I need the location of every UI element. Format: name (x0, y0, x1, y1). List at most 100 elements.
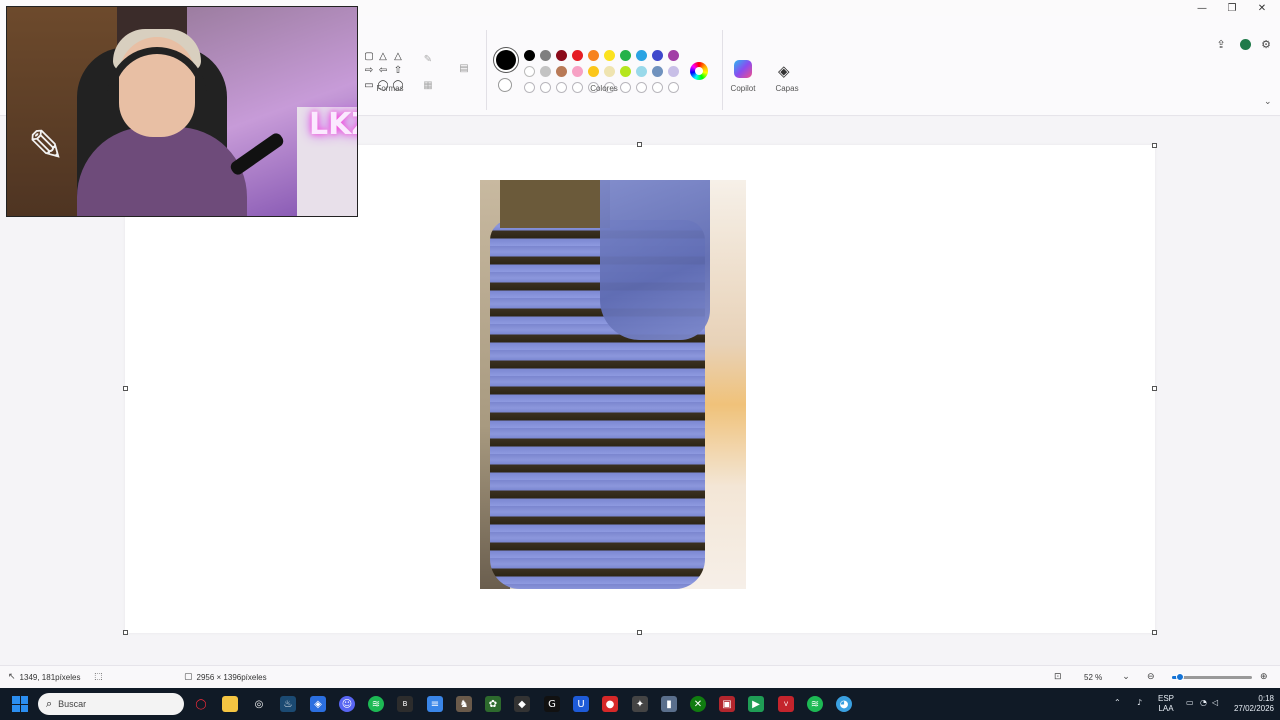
resize-handle-left[interactable] (123, 386, 128, 391)
game-icon[interactable]: ♞ (456, 696, 472, 712)
color-swatch[interactable] (572, 50, 583, 61)
color-swatch[interactable] (652, 66, 663, 77)
copilot-group-label[interactable]: Copilot (724, 84, 762, 93)
zoom-out[interactable]: ⊖ (1147, 672, 1155, 682)
zoom-chevron-icon[interactable]: ⌄ (1122, 672, 1130, 682)
color-swatch[interactable] (524, 50, 535, 61)
opera-icon[interactable]: ◯ (193, 696, 209, 712)
custom-color-slot[interactable] (540, 82, 551, 93)
triangle-shape-icon-2[interactable]: △ (392, 50, 404, 62)
color-swatch[interactable] (620, 50, 631, 61)
triangle-shape-icon[interactable]: △ (377, 50, 389, 62)
arrow-up-shape-icon[interactable]: ⇧ (392, 64, 404, 76)
media-app-icon[interactable]: ▣ (719, 696, 735, 712)
volume-icon[interactable]: ◁ (1212, 698, 1218, 708)
resize-handle-bottom-left[interactable] (123, 630, 128, 635)
layers-icon[interactable]: ◈ (778, 62, 790, 80)
color-swatch[interactable] (588, 66, 599, 77)
color-swatch[interactable] (636, 50, 647, 61)
color-swatch[interactable] (668, 66, 679, 77)
share-icon[interactable]: ⇪ (1214, 37, 1228, 51)
fill-dropdown-icon[interactable]: ▦ (422, 79, 434, 91)
account-avatar-icon[interactable] (1238, 37, 1252, 51)
taskbar-search[interactable]: ⌕ Buscar (38, 693, 184, 715)
custom-color-slot[interactable] (668, 82, 679, 93)
wifi-icon[interactable]: ◔ (1200, 698, 1207, 708)
close-button[interactable]: ✕ (1248, 0, 1276, 16)
chrome-icon[interactable]: ◎ (251, 696, 267, 712)
settings-icon[interactable]: ⚙ (1259, 37, 1273, 51)
notepad-icon[interactable]: ≡ (427, 696, 443, 712)
color-swatch[interactable] (540, 66, 551, 77)
layers-group-label[interactable]: Capas (768, 84, 806, 93)
color-swatch[interactable] (540, 50, 551, 61)
security-app-icon[interactable]: ◈ (310, 696, 326, 712)
resize-handle-right[interactable] (1152, 386, 1157, 391)
paint-app-icon[interactable]: ◕ (836, 696, 852, 712)
tool-app-icon[interactable]: ✦ (632, 696, 648, 712)
outline-dropdown-icon[interactable]: ✎ (422, 53, 434, 65)
spotify-icon[interactable]: ≋ (368, 696, 384, 712)
arrow-left-shape-icon[interactable]: ⇦ (377, 64, 389, 76)
restore-button[interactable]: ❐ (1218, 0, 1246, 16)
steam-icon[interactable]: ♨ (280, 696, 296, 712)
zoom-value[interactable]: 52 % (1084, 673, 1102, 682)
network-icon[interactable]: ▭ (1186, 698, 1194, 708)
resize-handle-bottom-right[interactable] (1152, 630, 1157, 635)
copilot-icon[interactable] (734, 60, 752, 78)
color-swatch[interactable] (668, 50, 679, 61)
record-app-icon[interactable]: ● (602, 696, 618, 712)
xbox-icon[interactable]: ✕ (690, 696, 706, 712)
zoom-select[interactable]: 52 % ⌄ (1084, 672, 1130, 682)
custom-color-slot[interactable] (556, 82, 567, 93)
custom-color-slot[interactable] (636, 82, 647, 93)
language-indicator[interactable]: ESP LAA (1158, 694, 1174, 714)
resize-handle-top-right[interactable] (1152, 143, 1157, 148)
microphone-tray-icon[interactable]: ♪ (1137, 698, 1142, 708)
color-swatch[interactable] (588, 50, 599, 61)
app-bm-icon[interactable]: B (397, 696, 413, 712)
custom-color-slot[interactable] (572, 82, 583, 93)
arrow-right-shape-icon[interactable]: ⇨ (363, 64, 375, 76)
tray-overflow-icon[interactable]: ⌃ (1114, 698, 1121, 708)
edit-colors-icon[interactable] (690, 62, 708, 80)
zoom-slider-thumb[interactable] (1176, 673, 1184, 681)
color-swatch[interactable] (524, 66, 535, 77)
current-color-secondary[interactable] (498, 78, 512, 92)
clock[interactable]: 0:18 27/02/2026 (1222, 694, 1274, 714)
tablet-app-icon[interactable]: ▮ (661, 696, 677, 712)
color-swatch[interactable] (636, 66, 647, 77)
custom-color-slot[interactable] (524, 82, 535, 93)
color-swatch[interactable] (604, 66, 615, 77)
car-app-icon[interactable]: ◆ (514, 696, 530, 712)
g-app-icon[interactable]: G (544, 696, 560, 712)
color-swatch[interactable] (652, 50, 663, 61)
discord-icon[interactable]: ☺ (339, 696, 355, 712)
zoom-out-icon[interactable]: ⊖ (1147, 672, 1155, 682)
color-swatch[interactable] (556, 66, 567, 77)
voicemod-icon[interactable]: V (778, 696, 794, 712)
chevron-down-icon[interactable]: ⌄ (1264, 97, 1272, 107)
rectangle-shape-icon[interactable]: ▢ (363, 50, 375, 62)
shield-app-icon[interactable]: U (573, 696, 589, 712)
file-explorer-icon[interactable] (222, 696, 238, 712)
fit-to-window[interactable]: ⊡ (1054, 672, 1062, 682)
shape-gallery-icon[interactable]: ▤ (458, 62, 470, 74)
custom-color-slot[interactable] (652, 82, 663, 93)
minimize-button[interactable]: — (1188, 0, 1216, 16)
color-swatch[interactable] (604, 50, 615, 61)
color-swatch[interactable] (620, 66, 631, 77)
streamlabs-icon[interactable]: ▶ (748, 696, 764, 712)
color-swatch[interactable] (572, 66, 583, 77)
zoom-in[interactable]: ⊕ (1260, 672, 1268, 682)
color-swatch[interactable] (556, 50, 567, 61)
zoom-slider[interactable] (1172, 673, 1252, 681)
zoom-in-icon[interactable]: ⊕ (1260, 672, 1268, 682)
start-button[interactable] (12, 696, 28, 712)
resize-handle-bottom[interactable] (637, 630, 642, 635)
spotify-icon-2[interactable]: ≋ (807, 696, 823, 712)
current-color-primary[interactable] (496, 50, 516, 70)
fit-window-icon[interactable]: ⊡ (1054, 672, 1062, 682)
resize-handle-top[interactable] (637, 142, 642, 147)
plant-app-icon[interactable]: ✿ (485, 696, 501, 712)
